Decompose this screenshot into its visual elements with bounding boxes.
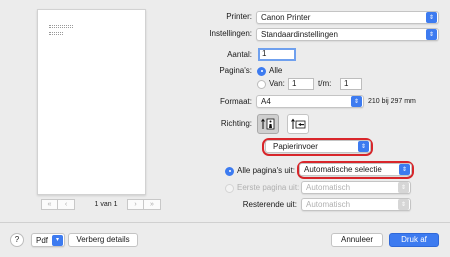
paper-size-popup[interactable]: A4 ⇕	[256, 95, 364, 108]
chevron-up-down-icon: ⇕	[398, 199, 409, 210]
chevron-up-down-icon: ⇕	[398, 182, 409, 193]
chevron-double-right-icon: »	[150, 201, 154, 208]
chevron-right-icon: ›	[134, 201, 137, 208]
chevron-down-icon: ▾	[52, 234, 63, 246]
first-page-from-label: Eerste pagina uit:	[237, 183, 300, 192]
paper-size-dimensions: 210 bij 297 mm	[368, 98, 416, 105]
pages-all-label: Alle	[269, 66, 283, 75]
preview-text-line	[49, 32, 63, 35]
pages-all-radio[interactable]: Alle	[257, 65, 282, 77]
print-preview	[37, 9, 146, 195]
orientation-label: Richting:	[220, 119, 252, 128]
first-page-source-value: Automatisch	[306, 183, 351, 192]
landscape-orientation-icon	[291, 118, 306, 129]
previous-page-button[interactable]: ‹	[58, 199, 75, 210]
preview-nav-back: « ‹	[41, 199, 75, 210]
chevron-double-left-icon: «	[47, 201, 52, 208]
printer-value: Canon Printer	[261, 13, 311, 22]
copies-label: Aantal:	[227, 50, 252, 59]
radio-selected-icon	[257, 66, 266, 76]
landscape-orientation-button[interactable]	[287, 114, 309, 134]
section-popup-value: Papierinvoer	[273, 142, 318, 151]
copies-field[interactable]: 1	[258, 48, 296, 61]
format-label: Formaat:	[219, 97, 252, 106]
next-page-button[interactable]: ›	[127, 199, 144, 210]
print-button[interactable]: Druk af	[389, 233, 439, 247]
printer-popup[interactable]: Canon Printer ⇕	[256, 11, 439, 24]
help-button[interactable]: ?	[10, 233, 24, 247]
radio-selected-icon	[225, 166, 234, 176]
settings-value: Standaardinstellingen	[261, 30, 338, 39]
last-page-button[interactable]: »	[144, 199, 161, 210]
remaining-source-value: Automatisch	[306, 200, 351, 209]
preview-text-line	[49, 25, 73, 28]
cancel-button[interactable]: Annuleer	[331, 233, 383, 247]
paper-size-value: A4	[261, 97, 271, 106]
settings-popup[interactable]: Standaardinstellingen ⇕	[256, 28, 439, 41]
settings-label: Instellingen:	[209, 29, 252, 38]
radio-unselected-icon	[225, 183, 234, 193]
pages-label: Pagina's:	[219, 66, 252, 75]
pdf-label: Pdf	[36, 235, 49, 245]
first-page-button[interactable]: «	[41, 199, 58, 210]
pages-from-field[interactable]: 1	[288, 78, 314, 90]
hide-details-button[interactable]: Verberg details	[68, 233, 138, 247]
printer-label: Printer:	[226, 12, 252, 21]
chevron-up-down-icon: ⇕	[399, 164, 410, 175]
portrait-orientation-button[interactable]	[257, 114, 279, 134]
all-pages-from-label: Alle pagina's uit:	[237, 166, 296, 175]
remaining-source-popup[interactable]: Automatisch ⇕	[301, 198, 411, 211]
radio-unselected-icon	[257, 79, 266, 89]
portrait-orientation-icon	[261, 118, 275, 130]
pages-from-label: Van:	[269, 79, 285, 88]
chevron-up-down-icon: ⇕	[358, 141, 369, 152]
chevron-up-down-icon: ⇕	[426, 12, 437, 23]
page-count: 1 van 1	[94, 201, 118, 208]
pages-to-label: t/m:	[318, 79, 332, 88]
all-pages-source-value: Automatische selectie	[304, 165, 382, 174]
footer-divider	[0, 222, 450, 223]
all-pages-source-popup[interactable]: Automatische selectie ⇕	[299, 163, 412, 176]
section-popup[interactable]: Papierinvoer ⇕	[265, 140, 371, 153]
preview-nav-forward: › »	[127, 199, 161, 210]
pages-to-field[interactable]: 1	[340, 78, 362, 90]
first-page-from-radio[interactable]: Eerste pagina uit:	[225, 182, 299, 194]
pdf-menu-button[interactable]: Pdf ▾	[31, 233, 65, 247]
chevron-left-icon: ‹	[64, 201, 68, 208]
pages-range-radio[interactable]: Van:	[257, 78, 285, 90]
first-page-source-popup[interactable]: Automatisch ⇕	[301, 181, 411, 194]
chevron-up-down-icon: ⇕	[426, 29, 437, 40]
all-pages-from-radio[interactable]: Alle pagina's uit:	[225, 165, 295, 177]
chevron-up-down-icon: ⇕	[351, 96, 362, 107]
remaining-from-label: Resterende uit:	[242, 200, 297, 209]
